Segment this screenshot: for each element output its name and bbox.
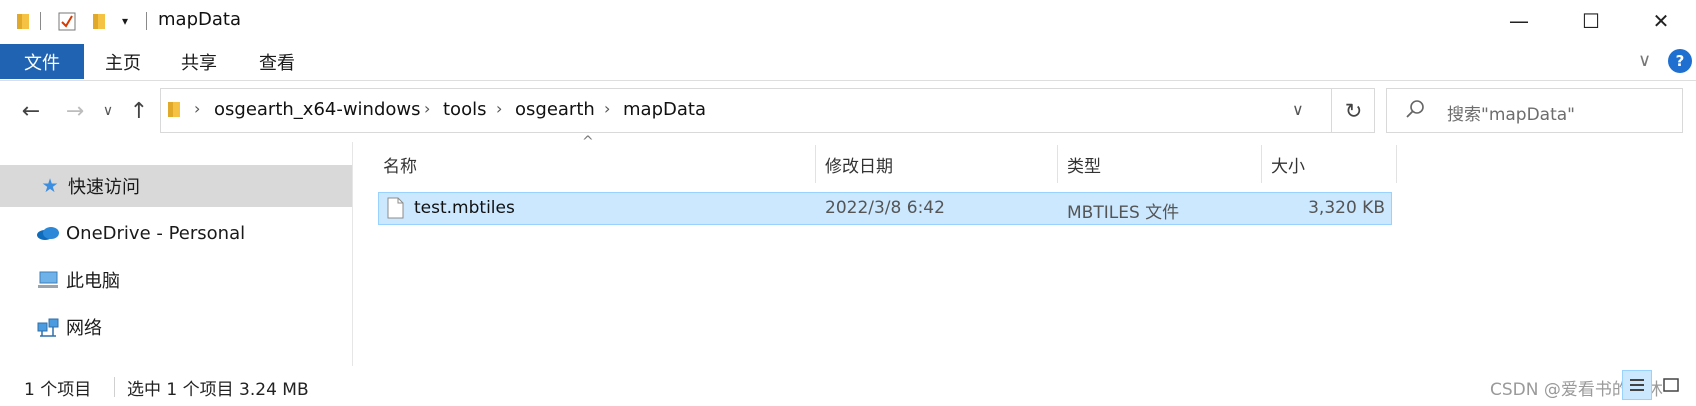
recent-locations-button[interactable]: ∨ <box>96 94 120 128</box>
refresh-button[interactable]: ↻ <box>1331 88 1375 133</box>
column-header-type[interactable]: 类型 <box>1067 145 1257 183</box>
window-title: mapData <box>158 9 241 30</box>
sidebar-item-label: 快速访问 <box>68 177 140 198</box>
column-divider[interactable] <box>815 145 816 183</box>
cloud-icon <box>36 221 60 245</box>
back-button[interactable]: ← <box>16 94 46 128</box>
properties-checkbox-icon[interactable] <box>56 10 78 32</box>
new-folder-icon[interactable] <box>88 10 110 32</box>
sidebar-item-quick-access[interactable]: ★ 快速访问 <box>0 165 352 207</box>
network-icon <box>36 315 60 339</box>
sidebar-item-onedrive[interactable]: OneDrive - Personal <box>0 212 352 254</box>
column-header-size[interactable]: 大小 <box>1271 145 1391 183</box>
status-selection: 选中 1 个项目 3.24 MB <box>127 380 309 400</box>
sidebar-item-label: 网络 <box>66 318 102 339</box>
breadcrumb-osgearth[interactable]: osgearth <box>515 99 595 120</box>
breadcrumb-separator[interactable]: › <box>194 99 200 118</box>
status-item-count: 1 个项目 <box>24 380 92 400</box>
search-icon <box>1404 98 1426 124</box>
star-icon: ★ <box>41 175 59 197</box>
breadcrumb-osgearth-x64-windows[interactable]: osgearth_x64-windows <box>214 99 421 120</box>
forward-button[interactable]: → <box>60 94 90 128</box>
toolbar-divider <box>40 12 41 30</box>
nav-pane-divider[interactable] <box>352 142 353 366</box>
title-bar: ▾ mapData — ☐ ✕ <box>0 0 1696 42</box>
help-button[interactable]: ? <box>1668 49 1692 73</box>
column-header-date[interactable]: 修改日期 <box>825 145 1050 183</box>
status-divider <box>114 377 115 397</box>
breadcrumb-separator[interactable]: › <box>604 99 610 118</box>
breadcrumb-separator[interactable]: › <box>424 99 430 118</box>
sidebar-item-network[interactable]: 网络 <box>0 306 352 348</box>
up-button[interactable]: ↑ <box>124 94 154 128</box>
large-icons-view-icon <box>1663 378 1679 392</box>
maximize-button[interactable]: ☐ <box>1568 0 1614 42</box>
customize-dropdown-icon[interactable]: ▾ <box>114 10 136 32</box>
computer-icon <box>36 268 60 292</box>
tab-view[interactable]: 查看 <box>250 44 304 79</box>
file-size: 3,320 KB <box>1308 198 1385 218</box>
close-button[interactable]: ✕ <box>1638 0 1684 42</box>
file-type: MBTILES 文件 <box>1067 203 1180 223</box>
address-folder-icon <box>166 100 182 122</box>
sidebar-item-this-pc[interactable]: 此电脑 <box>0 259 352 301</box>
tab-file[interactable]: 文件 <box>0 44 84 79</box>
file-date: 2022/3/8 6:42 <box>825 198 945 218</box>
ribbon-expand-button[interactable]: ∨ <box>1638 50 1651 71</box>
column-divider[interactable] <box>1057 145 1058 183</box>
column-divider[interactable] <box>1396 145 1397 183</box>
tab-share[interactable]: 共享 <box>172 44 226 79</box>
search-placeholder: 搜索"mapData" <box>1447 105 1575 125</box>
breadcrumb-separator[interactable]: › <box>496 99 502 118</box>
file-icon <box>386 197 404 223</box>
details-view-icon <box>1630 379 1644 391</box>
large-icons-view-button[interactable] <box>1656 370 1686 400</box>
sidebar-item-label: 此电脑 <box>66 271 120 292</box>
file-name: test.mbtiles <box>414 198 515 218</box>
breadcrumb-mapdata[interactable]: mapData <box>623 99 706 120</box>
tab-home[interactable]: 主页 <box>96 44 150 79</box>
sidebar-item-label: OneDrive - Personal <box>66 222 246 244</box>
minimize-button[interactable]: — <box>1496 0 1542 42</box>
details-view-button[interactable] <box>1622 370 1652 400</box>
column-header-name[interactable]: 名称 <box>383 145 813 183</box>
column-divider[interactable] <box>1261 145 1262 183</box>
folder-icon <box>12 10 34 32</box>
breadcrumb-tools[interactable]: tools <box>443 99 486 120</box>
address-dropdown-button[interactable]: ∨ <box>1292 100 1304 119</box>
toolbar-divider <box>146 12 147 30</box>
